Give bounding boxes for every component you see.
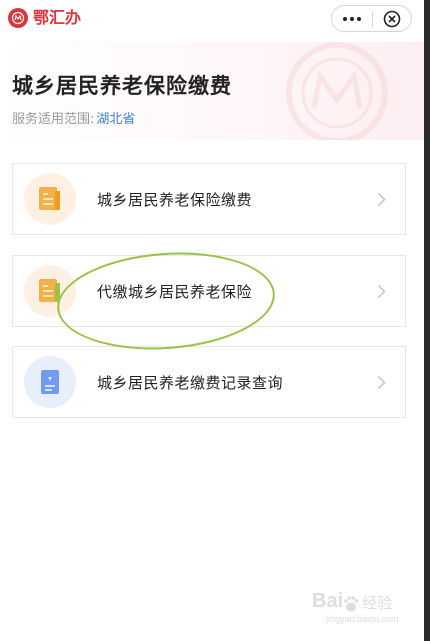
service-item-payment[interactable]: 城乡居民养老保险缴费	[12, 163, 406, 235]
chevron-right-icon	[371, 375, 391, 390]
more-dots-icon	[342, 16, 361, 21]
document-icon	[39, 187, 60, 210]
service-item-label: 城乡居民养老缴费记录查询	[97, 373, 284, 392]
baidu-jingyan-watermark: Bai 经验 jingyan.baidu.com	[312, 590, 399, 624]
close-circle-icon	[383, 10, 401, 27]
document-icon	[39, 279, 60, 302]
chevron-right-icon	[371, 284, 391, 299]
service-item-record-query[interactable]: 城乡居民养老缴费记录查询	[12, 346, 406, 418]
service-item-label: 城乡居民养老保险缴费	[97, 190, 253, 209]
app-logo-icon	[11, 11, 25, 25]
emblem-watermark-icon	[286, 42, 388, 140]
paw-icon	[344, 596, 359, 612]
app-name: 鄂汇办	[33, 8, 82, 27]
service-icon-bubble	[24, 356, 76, 408]
close-button[interactable]	[372, 6, 411, 31]
scope-label: 服务适用范围:	[12, 112, 95, 127]
record-query-icon	[41, 370, 59, 394]
service-item-proxy-payment[interactable]: 代缴城乡居民养老保险	[12, 255, 406, 327]
more-button[interactable]	[332, 6, 372, 31]
page-header: 城乡居民养老保险缴费 服务适用范围: 湖北省	[0, 42, 424, 140]
mini-program-topbar: 鄂汇办	[0, 0, 424, 42]
chevron-right-icon	[371, 192, 391, 207]
watermark-sub: 经验	[362, 594, 393, 612]
app-logo	[8, 8, 28, 28]
scope-region-link[interactable]: 湖北省	[96, 112, 135, 127]
watermark-url: jingyan.baidu.com	[326, 614, 399, 624]
service-icon-bubble	[24, 265, 76, 317]
service-item-label: 代缴城乡居民养老保险	[97, 282, 253, 301]
screen-frame-edge	[424, 0, 430, 641]
page-title: 城乡居民养老保险缴费	[12, 74, 232, 98]
watermark-brand: Bai	[312, 590, 344, 612]
service-scope: 服务适用范围: 湖北省	[12, 108, 135, 127]
mini-program-capsule	[331, 5, 412, 32]
service-icon-bubble	[24, 173, 76, 225]
